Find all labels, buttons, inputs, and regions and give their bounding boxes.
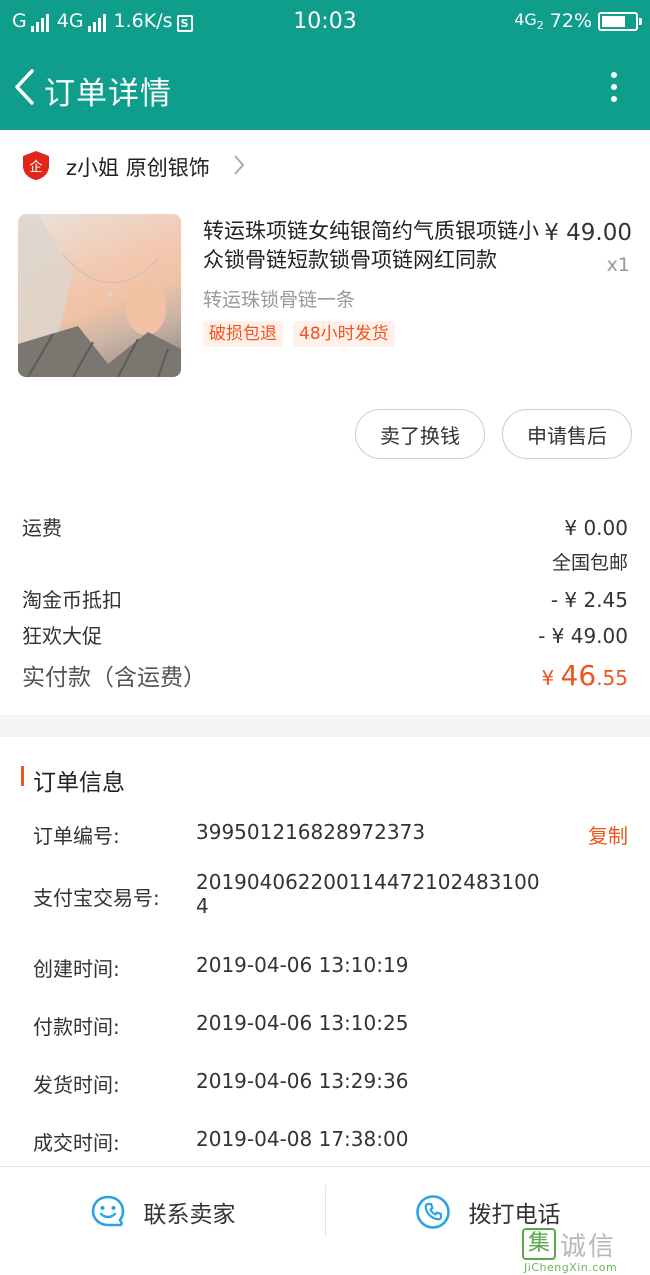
coin-value: - ¥ 2.45 [550, 588, 628, 612]
shipping-row: 运费 ¥ 0.00 [22, 512, 628, 541]
info-label: 创建时间: [33, 957, 120, 981]
alipay-trade-value: 2019040622001144721024831004 [196, 870, 540, 918]
contact-seller-label: 联系卖家 [143, 1201, 236, 1228]
shop-row[interactable]: 企 z小姐 原创银饰 [0, 130, 650, 202]
network-right-label: 4G2 [514, 10, 544, 33]
svg-text:企: 企 [29, 159, 42, 175]
info-label: 付款时间: [33, 1015, 120, 1039]
promotion-value: - ¥ 49.00 [538, 624, 628, 648]
info-label: 发货时间: [33, 1073, 120, 1097]
created-time-value: 2019-04-06 13:10:19 [196, 953, 409, 977]
product-item[interactable]: 转运珠项链女纯银简约气质银项链小众锁骨链短款锁骨项链网红同款 ¥ 49.00 x… [0, 202, 650, 392]
info-label: 支付宝交易号: [33, 886, 160, 910]
watermark-text: 诚信 [560, 1232, 617, 1262]
info-label: 成交时间: [33, 1131, 120, 1155]
app-header: G 4G 1.6K/s S 10:03 4G2 72% 订单详情 [0, 0, 650, 130]
paid-label: 实付款（含运费） [22, 665, 206, 691]
service-tag: 48小时发货 [293, 321, 395, 347]
status-right: 4G2 72% [514, 10, 642, 33]
page-title: 订单详情 [44, 76, 172, 112]
chevron-left-icon [15, 69, 34, 105]
section-divider [0, 715, 650, 737]
order-info-title: 订单信息 [33, 770, 125, 796]
service-tags: 破损包退 48小时发货 [203, 321, 395, 347]
more-options-button[interactable] [602, 64, 626, 110]
shop-name[interactable]: z小姐 原创银饰 [66, 152, 210, 182]
battery-percent: 72% [549, 10, 592, 33]
shipped-time-value: 2019-04-06 13:29:36 [196, 1069, 409, 1093]
chat-bubble-icon [91, 1195, 124, 1226]
product-image[interactable] [18, 214, 181, 377]
info-label: 订单编号: [33, 824, 120, 848]
battery-icon [598, 11, 642, 31]
phone-icon [415, 1194, 450, 1229]
product-sku: 转运珠锁骨链一条 [203, 289, 356, 311]
apply-aftersale-button[interactable]: 申请售后 [502, 409, 632, 459]
paid-amount-row: 实付款（含运费） ¥ 46.55 [22, 658, 628, 692]
copy-order-number-button[interactable]: 复制 [588, 820, 628, 849]
shipping-label: 运费 [22, 516, 62, 540]
order-actions: 卖了换钱 申请售后 [0, 392, 650, 480]
watermark-logo: 集 [522, 1228, 556, 1260]
back-button[interactable] [6, 62, 46, 112]
completed-time-value: 2019-04-08 17:38:00 [196, 1127, 409, 1151]
site-watermark: 集 诚信 JiChengXin.com [518, 1224, 650, 1275]
promotion-row: 狂欢大促 - ¥ 49.00 [22, 620, 628, 649]
enterprise-shop-badge-icon: 企 [23, 151, 49, 180]
watermark-url: JiChengXin.com [524, 1261, 618, 1274]
paid-time-value: 2019-04-06 13:10:25 [196, 1011, 409, 1035]
coin-deduction-row: 淘金币抵扣 - ¥ 2.45 [22, 584, 628, 613]
product-price: ¥ 49.00 [544, 220, 632, 246]
shipping-value: ¥ 0.00 [564, 516, 628, 540]
product-quantity: x1 [606, 254, 630, 276]
chevron-right-icon [234, 155, 245, 175]
order-number-value: 399501216828972373 [196, 820, 426, 844]
more-vertical-icon [611, 72, 617, 78]
sell-button[interactable]: 卖了换钱 [355, 409, 485, 459]
coin-label: 淘金币抵扣 [22, 588, 122, 612]
section-accent-bar [21, 766, 24, 786]
contact-seller-button[interactable]: 联系卖家 [0, 1167, 325, 1256]
product-title[interactable]: 转运珠项链女纯银简约气质银项链小众锁骨链短款锁骨项链网红同款 [203, 217, 539, 275]
promotion-label: 狂欢大促 [22, 624, 102, 648]
title-bar: 订单详情 [0, 44, 650, 130]
paid-amount: ¥ 46.55 [541, 659, 628, 692]
status-bar: G 4G 1.6K/s S 10:03 4G2 72% [0, 0, 650, 44]
shipping-note: 全国包邮 [551, 552, 628, 574]
order-info-header: 订单信息 [0, 737, 650, 815]
service-tag: 破损包退 [203, 321, 283, 347]
necklace-photo-illustration [18, 214, 181, 377]
